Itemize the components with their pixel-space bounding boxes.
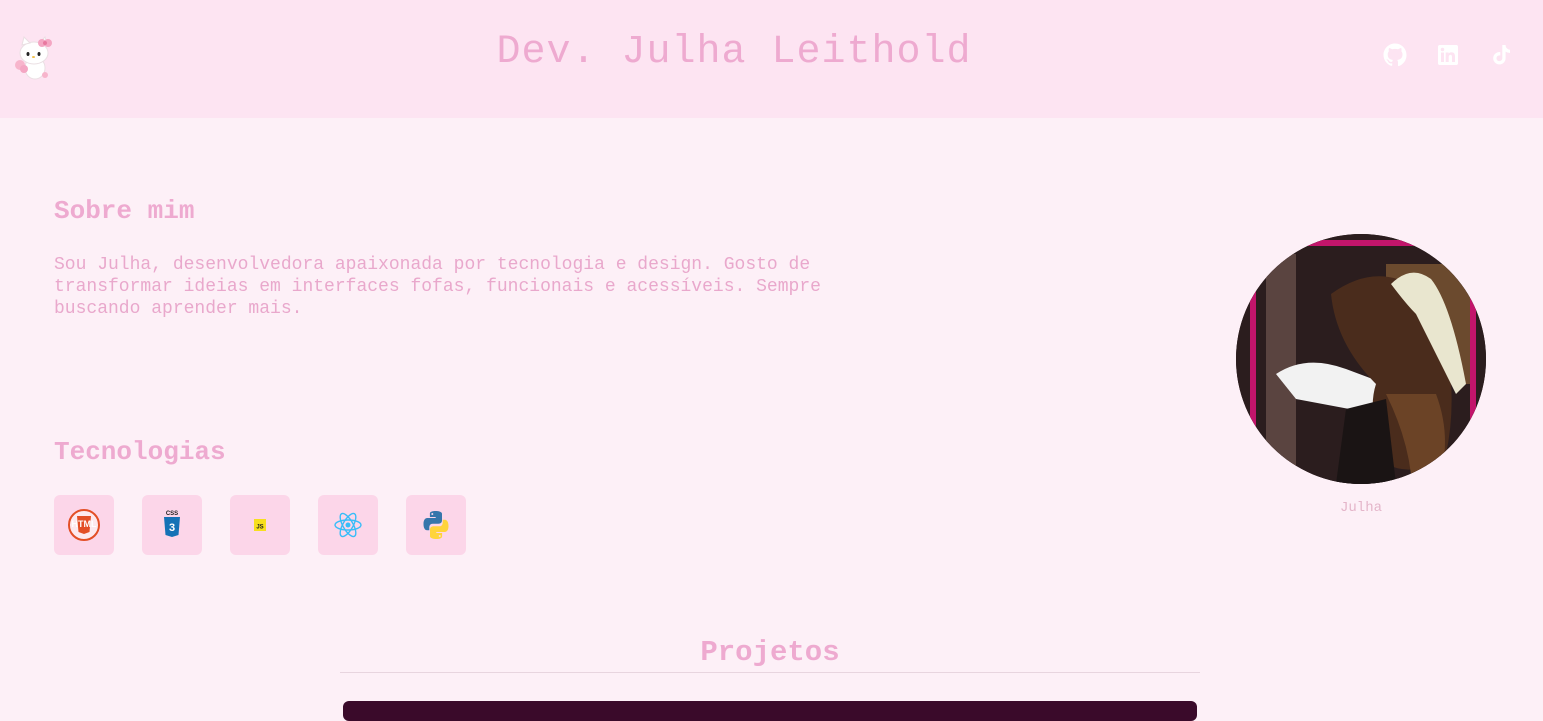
tiktok-icon[interactable] xyxy=(1489,42,1513,68)
linkedin-icon[interactable] xyxy=(1436,42,1460,68)
about-text: Sou Julha, desenvolvedora apaixonada por… xyxy=(54,255,821,319)
site-header: Dev. Julha Leithold xyxy=(0,0,1543,118)
svg-text:HTML: HTML xyxy=(72,519,97,529)
svg-text:CSS: CSS xyxy=(166,511,178,517)
javascript-icon: JS xyxy=(254,519,266,531)
tech-item-javascript: JS xyxy=(230,495,290,555)
tech-item-html: HTML xyxy=(54,495,114,555)
python-icon xyxy=(423,511,449,539)
react-icon xyxy=(334,512,362,538)
tech-item-react xyxy=(318,495,378,555)
project-card[interactable] xyxy=(343,701,1197,721)
tech-item-python xyxy=(406,495,466,555)
site-title: Dev. Julha Leithold xyxy=(496,30,972,75)
svg-text:3: 3 xyxy=(169,522,175,534)
tech-item-css: CSS 3 xyxy=(142,495,202,555)
projects-divider xyxy=(340,672,1200,673)
html5-icon: HTML xyxy=(68,509,100,541)
about-heading: Sobre mim xyxy=(54,196,195,226)
css3-icon: CSS 3 xyxy=(164,511,180,537)
technologies-heading: Tecnologias xyxy=(54,437,226,467)
profile-photo xyxy=(1236,234,1486,484)
github-icon[interactable] xyxy=(1383,42,1407,68)
social-links xyxy=(1383,42,1513,68)
projects-heading: Projetos xyxy=(700,636,840,669)
svg-text:JS: JS xyxy=(256,525,263,531)
profile-caption: Julha xyxy=(1339,500,1382,516)
technologies-list: HTML CSS 3 JS xyxy=(54,495,494,555)
